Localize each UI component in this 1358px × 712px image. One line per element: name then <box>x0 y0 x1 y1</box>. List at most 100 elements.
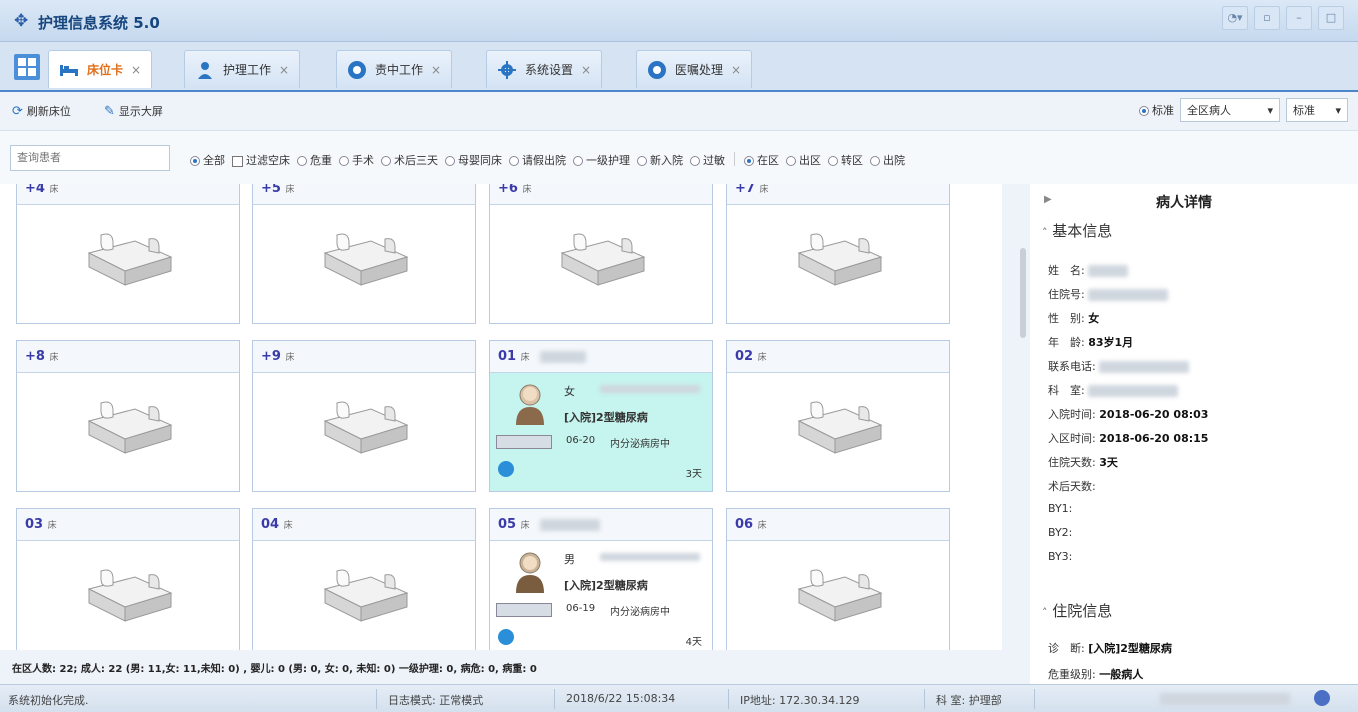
filter-new-admission[interactable]: 新入院 <box>637 152 683 168</box>
title-bar: ✥ 护理信息系统 5.0 ◔▾ ▫ – □ <box>0 0 1358 42</box>
filter-options: 全部 过滤空床 危重 手术 术后三天 母婴同床 请假出院 一级护理 新入院 过敏… <box>190 152 905 168</box>
bed-card[interactable]: 04 床 <box>252 508 476 650</box>
filter-out-ward[interactable]: 出区 <box>786 152 821 168</box>
filter-mother-infant[interactable]: 母婴同床 <box>445 152 502 168</box>
field-age: 年 龄: 83岁1月 <box>1048 334 1133 350</box>
patients-select[interactable]: 全区病人 ▾ <box>1180 98 1280 122</box>
bed-number: 02 <box>735 349 754 364</box>
bed-unit: 床 <box>757 353 767 363</box>
radio-off-icon <box>637 156 647 166</box>
bed-unit: 床 <box>522 185 532 195</box>
filter-critical[interactable]: 危重 <box>297 152 332 168</box>
stay-days: 3天 <box>685 469 702 480</box>
field-by2: BY2: <box>1048 526 1072 539</box>
bed-unit: 床 <box>759 185 769 195</box>
patient-search-input[interactable] <box>10 145 170 171</box>
mode-select[interactable]: 标准 ▾ <box>1286 98 1348 122</box>
tab-responsibility-work[interactable]: 责中工作 × <box>336 50 453 88</box>
bed-card[interactable]: +5 床 <box>252 184 476 324</box>
bed-header: +9 床 <box>253 341 475 373</box>
filter-in-ward[interactable]: 在区 <box>744 152 779 168</box>
bed-card[interactable]: +7 床 <box>726 184 950 324</box>
bed-number: 04 <box>261 517 280 532</box>
tab-nursing-work[interactable]: 护理工作 × <box>184 50 301 88</box>
tab-close-icon[interactable]: × <box>131 63 141 77</box>
bed-number: 01 <box>498 349 517 364</box>
bed-card[interactable]: +4 床 <box>16 184 240 324</box>
chevron-down-icon: ▾ <box>1335 103 1341 117</box>
collapse-arrow-icon[interactable]: ▶ <box>1044 194 1052 205</box>
maximize-button[interactable]: □ <box>1318 6 1344 30</box>
empty-bed-icon <box>323 401 409 454</box>
care-level-icon <box>498 629 514 645</box>
empty-bed-icon <box>87 233 173 286</box>
tab-system-settings[interactable]: 系统设置 × <box>486 50 603 88</box>
bed-body <box>253 373 475 491</box>
minimize-button[interactable]: – <box>1286 6 1312 30</box>
radio-off-icon <box>573 156 583 166</box>
status-dept: 科 室: 护理部 <box>936 694 1002 707</box>
online-status-icon[interactable] <box>1314 690 1330 706</box>
scrollbar-thumb[interactable] <box>1020 248 1026 338</box>
by1-label: BY1: <box>1048 502 1073 515</box>
filter-label: 母婴同床 <box>458 154 502 167</box>
bed-card[interactable]: +8 床 <box>16 340 240 492</box>
bed-card-occupied[interactable]: 05 床 男 [入院]2型糖尿病 06-19 内分泌病房中 4天 <box>489 508 713 650</box>
filter-surgery[interactable]: 手术 <box>339 152 374 168</box>
field-phone: 联系电话: <box>1048 358 1190 374</box>
tab-close-icon[interactable]: × <box>731 63 741 77</box>
field-gender: 性 别: 女 <box>1048 310 1099 326</box>
skin-menu-button[interactable]: ◔▾ <box>1222 6 1248 30</box>
basic-info-header[interactable]: ˄ 基本信息 <box>1042 220 1112 241</box>
filter-allergy[interactable]: 过敏 <box>690 152 725 168</box>
bed-number: +8 <box>25 349 45 364</box>
standard-radio[interactable]: 标准 <box>1139 102 1174 118</box>
filter-label: 手术 <box>352 154 374 167</box>
right-toolbar: 标准 全区病人 ▾ 标准 ▾ <box>1139 98 1348 122</box>
admission-no-label: 住院号: <box>1048 288 1085 301</box>
bed-card[interactable]: 06 床 <box>726 508 950 650</box>
refresh-beds-button[interactable]: ⟳ 刷新床位 <box>12 103 71 119</box>
tab-close-icon[interactable]: × <box>431 63 441 77</box>
bed-unit: 床 <box>520 353 530 363</box>
filter-all[interactable]: 全部 <box>190 152 225 168</box>
bed-card[interactable]: 02 床 <box>726 340 950 492</box>
bed-card-occupied[interactable]: 01 床 女 [入院]2型糖尿病 06-20 内分泌病房中 3天 <box>489 340 713 492</box>
apps-grid-icon[interactable] <box>14 54 40 80</box>
stay-info-header[interactable]: ˄ 住院信息 <box>1042 600 1112 621</box>
status-divider <box>376 689 377 709</box>
field-admit-time: 入院时间: 2018-06-20 08:03 <box>1048 406 1208 422</box>
bed-card[interactable]: +9 床 <box>252 340 476 492</box>
filter-label: 请假出院 <box>522 154 566 167</box>
bed-unit: 床 <box>757 521 767 531</box>
status-datetime: 2018/6/22 15:08:34 <box>566 692 676 705</box>
tab-label: 责中工作 <box>375 63 424 77</box>
bed-number: +6 <box>498 184 518 196</box>
filter-postop-3days[interactable]: 术后三天 <box>381 152 438 168</box>
filter-discharged[interactable]: 出院 <box>870 152 905 168</box>
filter-empty-beds[interactable]: 过滤空床 <box>232 152 290 168</box>
ward-summary: 在区人数: 22; 成人: 22 (男: 11,女: 11,未知: 0) , 婴… <box>0 650 1030 684</box>
filter-level1-care[interactable]: 一级护理 <box>573 152 630 168</box>
bed-number: +5 <box>261 184 281 196</box>
bed-header: 04 床 <box>253 509 475 541</box>
show-big-screen-button[interactable]: ✎ 显示大屏 <box>104 103 163 119</box>
bed-card[interactable]: 03 床 <box>16 508 240 650</box>
patient-id-redacted <box>600 385 700 393</box>
detail-title: 病人详情 <box>1156 195 1212 211</box>
tab-bed-card[interactable]: 床位卡 × <box>48 50 153 88</box>
bed-number: +4 <box>25 184 45 196</box>
empty-bed-icon <box>323 233 409 286</box>
tab-order-processing[interactable]: 医嘱处理 × <box>636 50 753 88</box>
bed-grid-scrollbar[interactable] <box>1018 184 1028 650</box>
bed-card[interactable]: +6 床 <box>489 184 713 324</box>
chevron-up-icon: ˄ <box>1042 226 1048 239</box>
tab-close-icon[interactable]: × <box>279 63 289 77</box>
empty-bed-icon <box>797 233 883 286</box>
restore-button[interactable]: ▫ <box>1254 6 1280 30</box>
diagnosis-value: [入院]2型糖尿病 <box>1088 642 1172 655</box>
filter-leave[interactable]: 请假出院 <box>509 152 566 168</box>
tab-close-icon[interactable]: × <box>581 63 591 77</box>
mode-select-value: 标准 <box>1293 104 1315 117</box>
filter-transfer[interactable]: 转区 <box>828 152 863 168</box>
